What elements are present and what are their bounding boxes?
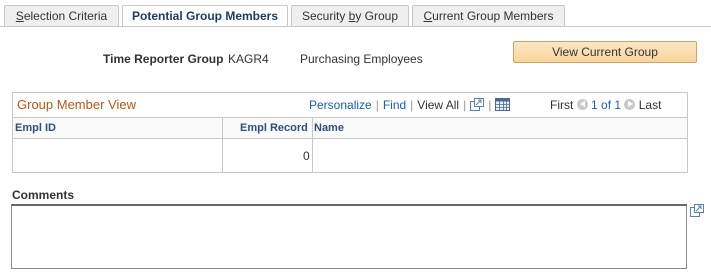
tab-potential-group-members[interactable]: Potential Group Members [122,5,288,27]
comments-field[interactable] [11,204,687,269]
find-link[interactable]: Find [383,98,406,112]
last-label: Last [638,98,662,112]
tab-selection-criteria-accesskey: S [15,9,24,23]
row-navigation: First 1 of 1 Last [550,98,661,112]
tab-security-by-group-pre: Security [301,9,349,23]
view-all-link[interactable]: View All [417,98,459,112]
toolbar-separator: | [410,98,414,112]
tab-potential-group-members-label: Potential Group Members [131,9,279,23]
tab-selection-criteria[interactable]: Selection Criteria [4,5,119,26]
column-divider [222,117,223,172]
tab-selection-criteria-label: election Criteria [23,9,108,23]
next-row-icon[interactable] [624,99,636,110]
tab-current-group-members[interactable]: Current Group Members [412,5,565,26]
grid-toolbar: Personalize | Find | View All | | [309,98,511,114]
personalize-link[interactable]: Personalize [309,98,372,112]
grid-title: Group Member View [17,97,136,112]
tab-divider [0,26,711,27]
toolbar-separator: | [488,98,492,112]
time-reporter-group-code: KAGR4 [228,52,269,66]
comments-label: Comments [12,188,75,202]
download-spreadsheet-icon[interactable] [495,98,511,114]
row-range: 1 of 1 [591,98,622,112]
expand-text-icon[interactable] [690,204,704,220]
previous-row-icon[interactable] [576,99,588,110]
first-label: First [550,98,574,112]
new-window-icon[interactable] [470,98,485,114]
view-current-group-button[interactable]: View Current Group [513,41,697,63]
column-header-empl-id[interactable]: Empl ID [15,122,56,134]
grid-header-row: Empl ID Empl Record Name [13,117,687,139]
tab-security-by-group[interactable]: Security by Group [291,5,409,26]
column-divider [312,117,313,172]
tab-current-group-members-accesskey: C [423,9,433,23]
tab-security-by-group-label: y Group [355,9,399,23]
cell-empl-record: 0 [303,149,310,163]
time-reporter-group-label: Time Reporter Group [103,52,224,66]
toolbar-separator: | [375,98,379,112]
column-header-empl-record[interactable]: Empl Record [240,122,308,134]
column-header-name[interactable]: Name [314,122,344,134]
time-reporter-group-description: Purchasing Employees [300,52,423,66]
toolbar-separator: | [463,98,467,112]
group-member-view-grid: Group Member View Personalize | Find | View … [12,92,688,173]
tab-current-group-members-label: urrent Group Members [432,9,554,23]
